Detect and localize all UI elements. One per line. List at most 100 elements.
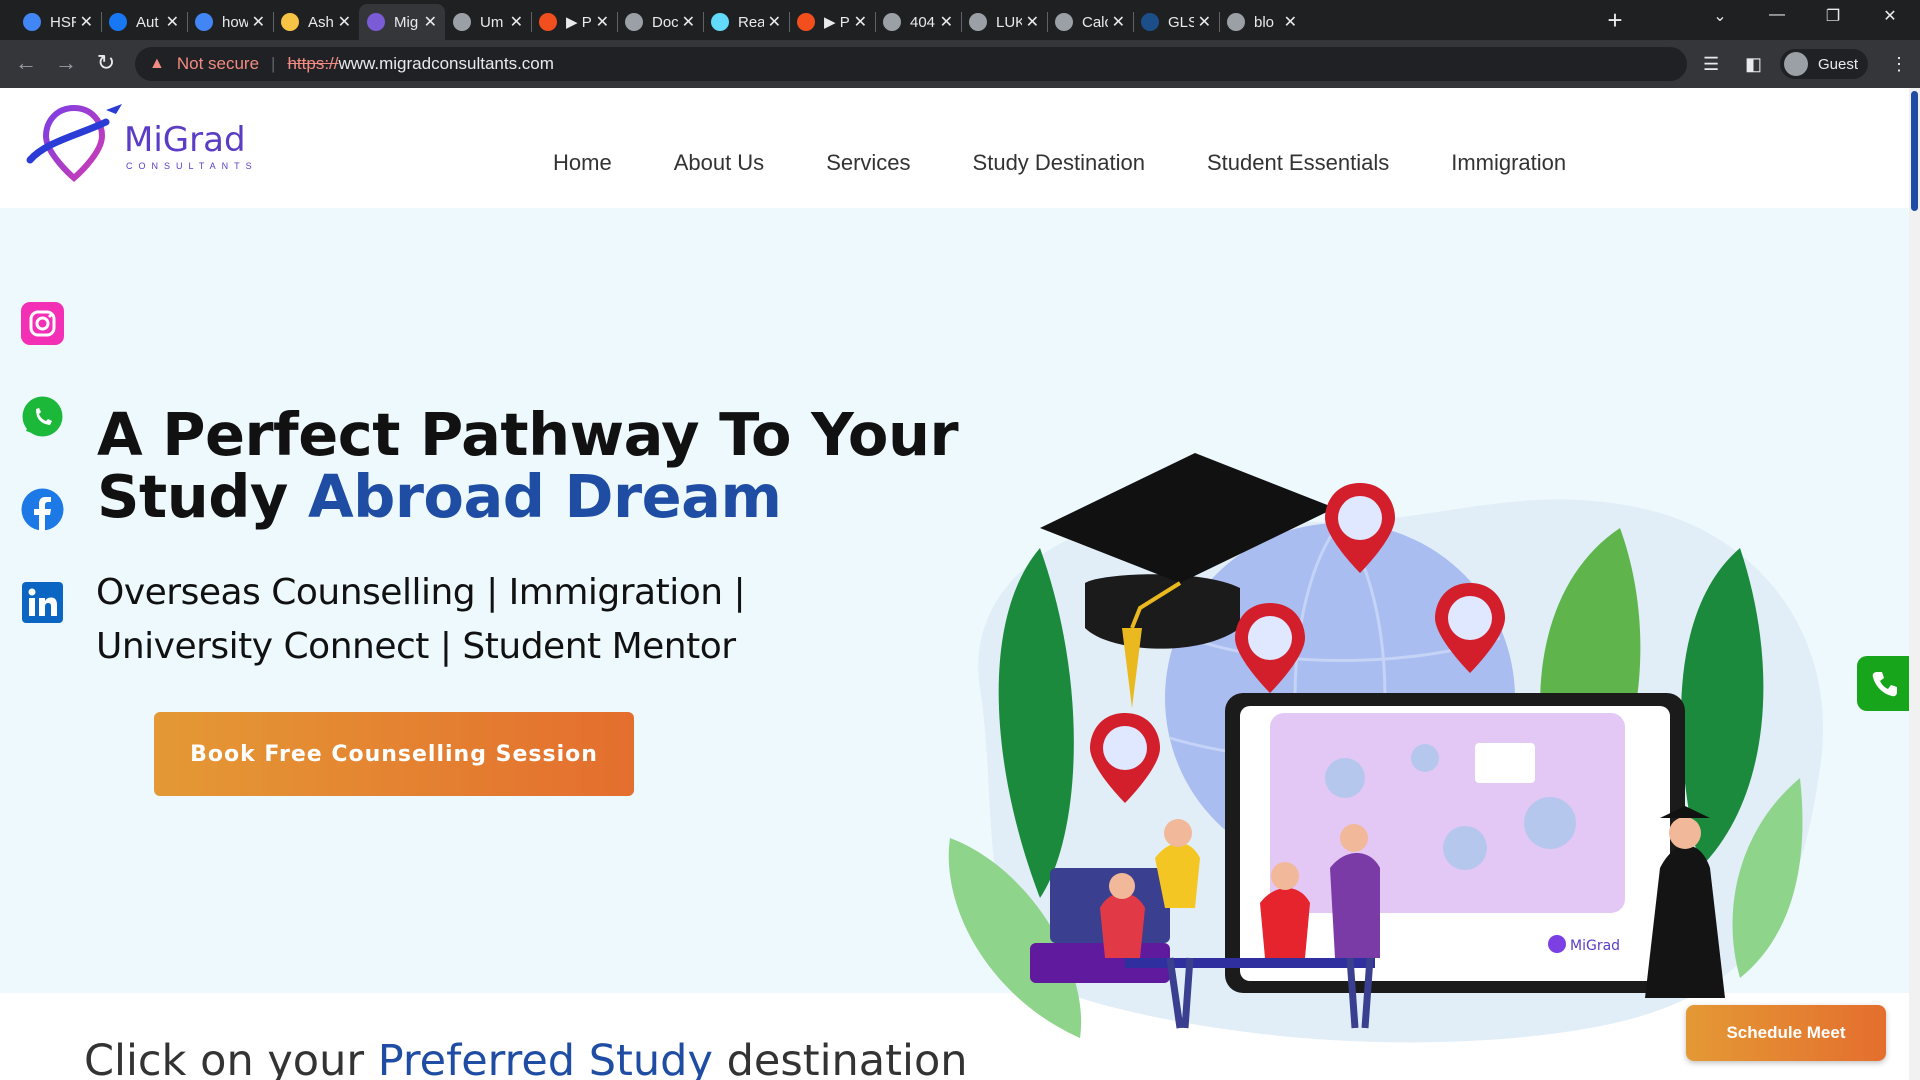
side-panel-icon[interactable]: ◧ [1745,54,1762,75]
hero-section: A Perfect Pathway To Your Study Abroad D… [0,208,1920,1043]
facebook-icon[interactable] [21,488,64,531]
globe-icon [1227,13,1245,31]
close-tab-icon[interactable]: ✕ [424,12,437,32]
warning-icon: ▲ [149,55,165,72]
schedule-meet-button[interactable]: Schedule Meet [1686,1005,1886,1061]
close-tab-icon[interactable]: ✕ [768,12,781,32]
nav-link[interactable]: About Us [674,150,765,176]
whatsapp-icon[interactable] [21,395,64,438]
tab-title: how [222,13,248,31]
linkedin-icon[interactable] [21,581,64,624]
close-tab-icon[interactable]: ✕ [252,12,265,32]
minimize-icon[interactable]: — [1757,6,1797,24]
browser-tab[interactable]: Aut ✕ [101,4,187,40]
browser-tab[interactable]: HSR✕ [15,4,101,40]
browser-tab[interactable]: Ash ✕ [273,4,359,40]
browser-tab[interactable]: 404 ✕ [875,4,961,40]
call-button[interactable] [1857,656,1912,711]
divider: | [271,54,276,73]
close-tab-icon[interactable]: ✕ [80,12,93,32]
tab-title: Mig [394,13,419,31]
tab-title: Doc [652,13,678,31]
tab-title: Calc [1082,13,1108,31]
close-tab-icon[interactable]: ✕ [1284,12,1297,32]
reload-icon[interactable]: ↻ [90,48,122,80]
close-tab-icon[interactable]: ✕ [166,12,179,32]
close-tab-icon[interactable]: ✕ [682,12,695,32]
tab-title: HSR [50,13,76,31]
figma-icon [539,13,557,31]
address-bar[interactable]: ▲ Not secure | https:// www.migradconsul… [135,47,1687,81]
close-tab-icon[interactable]: ✕ [854,12,867,32]
profile-button[interactable]: Guest [1780,49,1869,79]
close-tab-icon[interactable]: ✕ [338,12,351,32]
hero-title: A Perfect Pathway To Your Study Abroad D… [97,400,959,531]
nav-link[interactable]: Services [826,150,910,176]
hero-title-line1: A Perfect Pathway To Your [97,400,959,469]
book-counselling-button[interactable]: Book Free Counselling Session [154,712,634,796]
nav-link[interactable]: Home [553,150,612,176]
tab-title: ▶ P [824,14,850,31]
close-tab-icon[interactable]: ✕ [510,12,523,32]
restore-icon[interactable]: ❐ [1813,6,1853,26]
menu-icon[interactable]: ⋮ [1890,54,1908,75]
security-status[interactable]: Not secure [177,54,259,74]
close-tab-icon[interactable]: ✕ [1026,12,1039,32]
back-icon[interactable]: ← [10,48,42,80]
nav-link[interactable]: Immigration [1451,150,1566,176]
browser-tab[interactable]: Um ✕ [445,4,531,40]
globe-icon [969,13,987,31]
section-title-highlight: Preferred Study [377,1036,713,1080]
tab-title: Aut [136,13,159,31]
forward-icon[interactable]: → [50,48,82,80]
media-control-icon[interactable]: ☰ [1703,54,1719,75]
browser-tab-strip: HSR✕Aut✕how✕Ash✕Mig✕Um✕▶ P✕Doc✕Rea✕▶ P✕4… [0,0,1920,40]
section-title-part: Click on your [84,1036,378,1080]
hero-illustration: MiGrad [948,453,1824,1043]
profile-label: Guest [1818,55,1859,73]
close-tab-icon[interactable]: ✕ [596,12,609,32]
browser-tab[interactable]: LUK ✕ [961,4,1047,40]
instagram-icon[interactable] [21,302,64,345]
browser-tab[interactable]: Calc✕ [1047,4,1133,40]
logo-text: MiGrad [124,120,246,160]
tab-title: ▶ P [566,14,592,31]
tab-title: 404 [910,13,936,31]
site-logo[interactable]: MiGrad CONSULTANTS [26,102,256,184]
web-page: MiGrad CONSULTANTS Home About Us Services S… [0,88,1920,1080]
browser-tab[interactable]: Rea ✕ [703,4,789,40]
browser-tab[interactable]: blo ✕ [1219,4,1305,40]
tab-title: Um [480,13,504,31]
hero-subtitle: Overseas Counselling | Immigration | Uni… [96,566,746,674]
url-scheme: https:// [287,54,339,73]
main-nav: Home About Us Services Study Destination Stu… [553,150,1628,176]
new-tab-button[interactable]: + [1600,6,1630,36]
globe-icon [883,13,901,31]
close-tab-icon[interactable]: ✕ [1112,12,1125,32]
browser-tab[interactable]: how ✕ [187,4,273,40]
nav-link[interactable]: Study Destination [973,150,1145,176]
tab-search-icon[interactable]: ⌄ [1700,6,1740,26]
browser-tab[interactable]: Doc ✕ [617,4,703,40]
close-tab-icon[interactable]: ✕ [1198,12,1211,32]
close-window-icon[interactable]: ✕ [1870,6,1910,26]
browser-tab[interactable]: GLS ✕ [1133,4,1219,40]
migrad-favicon-icon [367,13,385,31]
tab-app-icon [281,13,299,31]
scrollbar-thumb[interactable] [1911,91,1918,211]
illustration-brand-text: MiGrad [1570,938,1620,954]
tab-title: Rea [738,13,764,31]
logo-pin-icon [26,104,122,182]
react-icon [711,13,729,31]
avatar [1784,52,1808,76]
close-tab-icon[interactable]: ✕ [940,12,953,32]
browser-tab[interactable]: ▶ P ✕ [531,4,617,40]
browser-tab[interactable]: Mig ✕ [359,4,445,40]
nav-link[interactable]: Student Essentials [1207,150,1389,176]
browser-tab[interactable]: ▶ P ✕ [789,4,875,40]
section-title-part: destination [712,1036,968,1080]
hero-subtitle-line1: Overseas Counselling | Immigration | [96,572,746,613]
page-scrollbar[interactable] [1909,88,1920,1080]
hero-title-line2: Study [97,462,308,531]
figma-icon [797,13,815,31]
